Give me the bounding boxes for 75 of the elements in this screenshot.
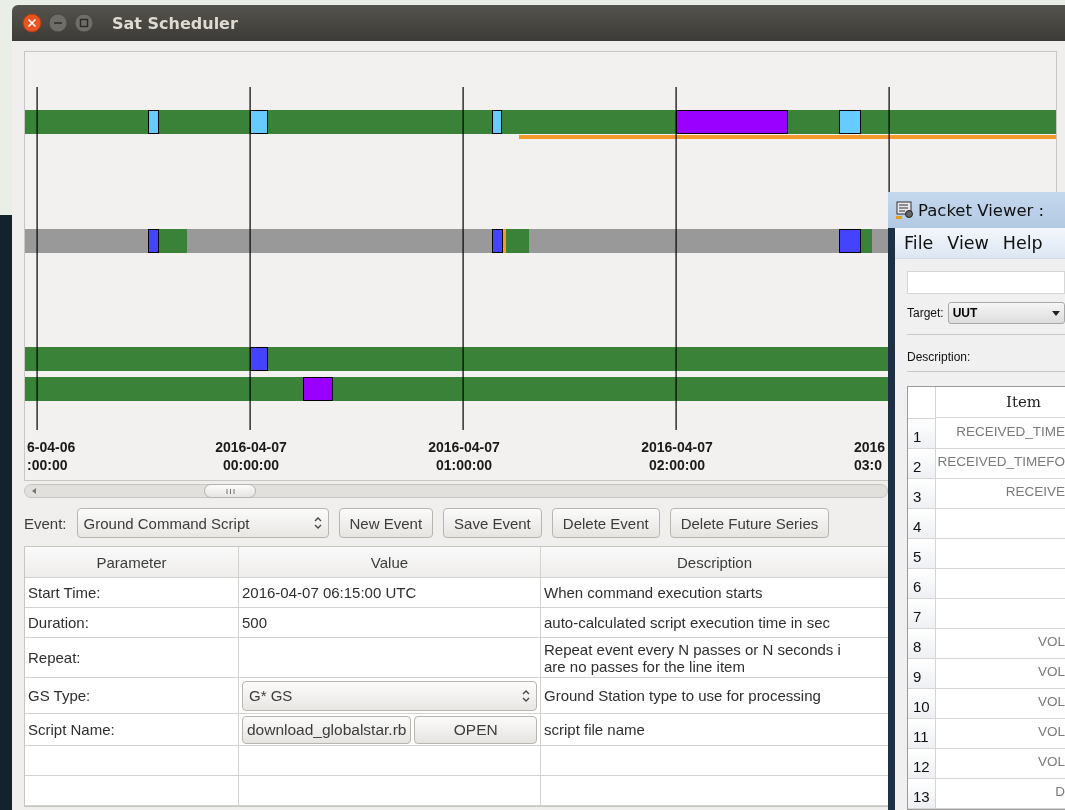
horizontal-scrollbar[interactable] [24, 484, 888, 498]
table-cell: Repeat: [25, 638, 239, 678]
spinner-icon [522, 688, 530, 703]
time-label: 2016-04-07 [427, 438, 501, 456]
row-number: 13 [908, 779, 936, 809]
table-cell: RECEIVED_TIME [936, 419, 1065, 449]
dropdown-icon [1052, 310, 1060, 316]
row-number: 6 [908, 569, 936, 599]
time-label: 6-04-06 [27, 438, 76, 456]
window-title: Sat Scheduler [112, 13, 238, 33]
event-block[interactable] [839, 110, 861, 134]
column-header[interactable]: Item [936, 387, 1065, 418]
table-cell: VOL [936, 659, 1065, 689]
event-action-button[interactable]: New Event [338, 508, 434, 538]
column-header[interactable]: Parameter [25, 547, 239, 578]
event-action-button[interactable]: Delete Future Series [669, 508, 830, 538]
menu-item[interactable]: Help [1002, 233, 1043, 253]
script-file-button[interactable]: download_globalstar.rb [242, 715, 412, 744]
maximize-icon[interactable] [74, 13, 94, 33]
description-label: Description: [907, 350, 971, 364]
event-action-button[interactable]: Save Event [443, 508, 542, 538]
window-title: Packet Viewer : [918, 200, 1045, 220]
scroll-thumb[interactable] [204, 484, 256, 498]
row-number: 2 [908, 449, 936, 479]
time-label: 2016-04-07 [214, 438, 288, 456]
table-cell: Script Name: [25, 714, 239, 746]
menu-item[interactable]: File [904, 233, 934, 253]
event-block[interactable] [492, 110, 502, 134]
row-number: 3 [908, 479, 936, 509]
event-block[interactable] [148, 110, 159, 134]
spinner-icon [313, 516, 322, 530]
value-text: 500 [242, 614, 268, 631]
row-number: 9 [908, 659, 936, 689]
table-cell: D [936, 779, 1065, 809]
time-label: 01:00:00 [434, 456, 493, 474]
event-type-select[interactable]: Ground Command Script [76, 508, 329, 538]
table-cell: Duration: [25, 608, 239, 638]
menu-item[interactable]: View [947, 233, 989, 253]
row-number: 7 [908, 599, 936, 629]
app-icon [896, 201, 914, 219]
grip-icon [225, 488, 235, 494]
table-cell: Start Time: [25, 578, 239, 608]
time-label: 2016-04-07 [640, 438, 714, 456]
table-cell: VOL [936, 749, 1065, 779]
minimize-icon[interactable] [48, 13, 68, 33]
time-label: 03:0 [854, 456, 884, 474]
event-action-button[interactable]: Delete Event [551, 508, 660, 538]
time-label: 00:00:00 [221, 456, 280, 474]
table-cell: RECEIVED_TIMEFO [936, 449, 1065, 479]
table-cell: VOL [936, 689, 1065, 719]
scroll-left-icon[interactable] [32, 488, 37, 494]
time-label: 02:00:00 [647, 456, 706, 474]
row-number: 12 [908, 749, 936, 779]
close-icon[interactable] [22, 13, 42, 33]
table-cell: VOL [936, 719, 1065, 749]
value-text: 2016-04-07 06:15:00 UTC [242, 584, 417, 601]
row-number: 1 [908, 419, 936, 449]
row-number: 5 [908, 539, 936, 569]
table-cell: RECEIVE [936, 479, 1065, 509]
open-button[interactable]: OPEN [414, 715, 537, 744]
row-number: 11 [908, 719, 936, 749]
event-label: Event: [24, 514, 67, 532]
target-select[interactable]: UUT [947, 302, 1065, 324]
column-header[interactable]: Description [541, 547, 889, 578]
gs-type-select[interactable]: G* GS [242, 680, 537, 711]
target-label: Target: [907, 306, 944, 320]
row-number: 10 [908, 689, 936, 719]
table-cell: VOL [936, 629, 1065, 659]
table-cell: GS Type: [25, 678, 239, 714]
time-label: :00:00 [27, 456, 69, 474]
input-field[interactable] [907, 271, 1065, 294]
row-number: 8 [908, 629, 936, 659]
row-number: 4 [908, 509, 936, 539]
column-header[interactable]: Value [239, 547, 541, 578]
time-label: 2016 [854, 438, 886, 456]
